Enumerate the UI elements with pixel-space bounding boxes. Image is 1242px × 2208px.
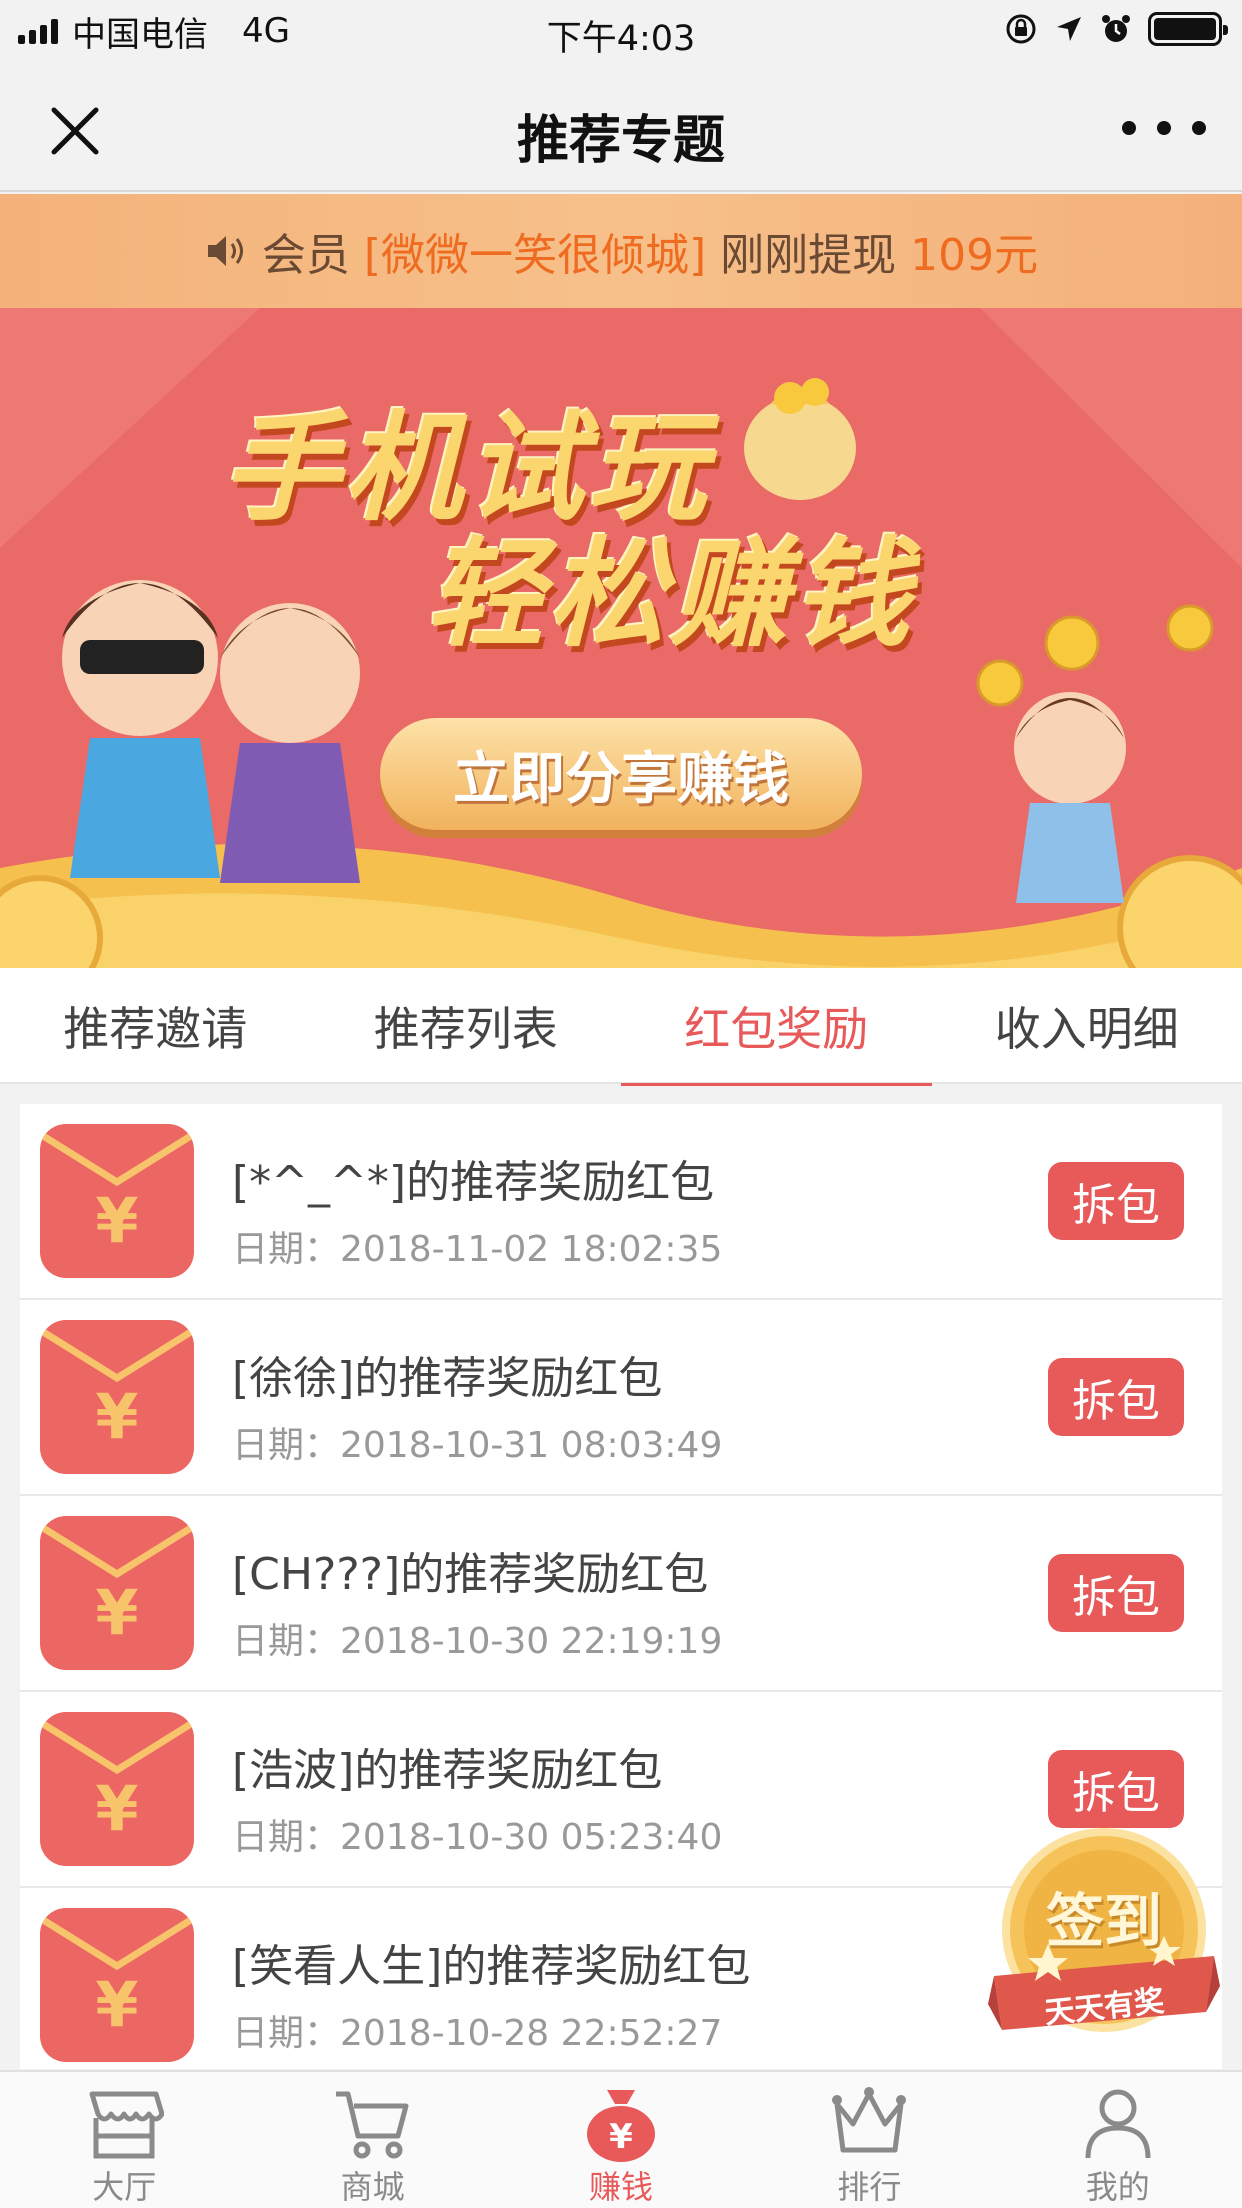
red-envelope-icon: ¥ bbox=[40, 1124, 194, 1278]
item-date: 日期：2018-10-30 22:19:19 bbox=[232, 1621, 723, 1662]
notice-action: 刚刚提现 bbox=[720, 230, 897, 281]
share-earn-button[interactable]: 立即分享赚钱 bbox=[380, 718, 862, 830]
item-title: [徐徐]的推荐奖励红包 bbox=[232, 1353, 663, 1404]
tabbar-label: 商城 bbox=[340, 2168, 405, 2206]
banner-headline-2: 轻松赚钱 bbox=[426, 525, 915, 663]
store-icon bbox=[89, 2091, 164, 2159]
red-envelope-icon: ¥ bbox=[40, 1516, 194, 1670]
open-packet-button[interactable]: 拆包 bbox=[1048, 1162, 1184, 1240]
page-title: 推荐专题 bbox=[516, 111, 725, 171]
more-menu-icon[interactable] bbox=[1122, 108, 1206, 148]
bottom-tab-bar: 大厅 商城 ¥ 赚钱 排行 我的 bbox=[0, 2070, 1242, 2208]
location-icon bbox=[1057, 17, 1081, 41]
tab-strip: 推荐邀请 推荐列表 红包奖励 收入明细 bbox=[0, 968, 1242, 1086]
tabbar-mall[interactable]: 商城 bbox=[248, 2072, 496, 2208]
list-item: ¥ [徐徐]的推荐奖励红包 日期：2018-10-31 08:03:49 拆包 bbox=[20, 1300, 1222, 1496]
item-title: [笑看人生]的推荐奖励红包 bbox=[232, 1941, 751, 1992]
tabbar-hall[interactable]: 大厅 bbox=[0, 2072, 248, 2208]
svg-text:¥: ¥ bbox=[95, 1380, 138, 1453]
tabbar-earn[interactable]: ¥ 赚钱 bbox=[497, 2072, 745, 2208]
promo-banner[interactable]: 手机试玩 轻松赚钱 立即分享赚钱 bbox=[0, 308, 1242, 968]
nav-bar: 推荐专题 bbox=[0, 62, 1242, 192]
red-envelope-icon: ¥ bbox=[40, 1320, 194, 1474]
sign-in-title: 签到 bbox=[1045, 1887, 1162, 1955]
svg-text:¥: ¥ bbox=[95, 1184, 138, 1257]
item-date: 日期：2018-10-28 22:52:27 bbox=[232, 2013, 723, 2054]
notice-prefix: 会员 bbox=[261, 230, 350, 281]
tab-red-packet-reward[interactable]: 红包奖励 bbox=[621, 968, 932, 1086]
red-envelope-icon: ¥ bbox=[40, 1908, 194, 2062]
cart-icon bbox=[336, 2091, 409, 2159]
item-date: 日期：2018-11-02 18:02:35 bbox=[232, 1229, 723, 1270]
item-date: 日期：2018-10-30 05:23:40 bbox=[232, 1817, 723, 1858]
user-icon bbox=[1085, 2089, 1151, 2159]
svg-text:¥: ¥ bbox=[95, 1772, 138, 1845]
svg-text:¥: ¥ bbox=[95, 1576, 138, 1649]
item-title: [*^_^*]的推荐奖励红包 bbox=[232, 1157, 715, 1208]
svg-text:¥: ¥ bbox=[609, 2117, 633, 2157]
svg-text:¥: ¥ bbox=[95, 1968, 138, 2041]
notice-amount: 109元 bbox=[910, 230, 1039, 281]
red-envelope-icon: ¥ bbox=[40, 1712, 194, 1866]
item-date: 日期：2018-10-31 08:03:49 bbox=[232, 1425, 723, 1466]
tabbar-ranking[interactable]: 排行 bbox=[745, 2072, 993, 2208]
tabbar-label: 赚钱 bbox=[588, 2168, 653, 2206]
list-item: ¥ [*^_^*]的推荐奖励红包 日期：2018-11-02 18:02:35 … bbox=[20, 1104, 1222, 1300]
tabbar-mine[interactable]: 我的 bbox=[994, 2072, 1242, 2208]
alarm-icon bbox=[1102, 15, 1130, 42]
close-icon[interactable] bbox=[40, 96, 110, 166]
status-bar: 中国电信 4G 下午4:03 bbox=[0, 0, 1242, 62]
notice-member: [微微一笑很倾城] bbox=[363, 230, 707, 281]
money-bag-icon: ¥ bbox=[586, 2090, 655, 2162]
open-packet-button[interactable]: 拆包 bbox=[1048, 1750, 1184, 1828]
battery-icon bbox=[1148, 12, 1228, 46]
tabbar-label: 大厅 bbox=[92, 2168, 157, 2206]
network-label: 4G bbox=[242, 11, 290, 51]
carrier-label: 中国电信 bbox=[72, 14, 208, 55]
open-packet-button[interactable]: 拆包 bbox=[1048, 1554, 1184, 1632]
item-title: [浩波]的推荐奖励红包 bbox=[232, 1745, 663, 1796]
tabbar-label: 我的 bbox=[1085, 2168, 1150, 2206]
list-item: ¥ [CH???]的推荐奖励红包 日期：2018-10-30 22:19:19 … bbox=[20, 1496, 1222, 1692]
daily-sign-in-badge[interactable]: 签到 天天有奖 bbox=[988, 1826, 1220, 2058]
open-packet-button[interactable]: 拆包 bbox=[1048, 1358, 1184, 1436]
tab-recommend-invite[interactable]: 推荐邀请 bbox=[0, 968, 311, 1084]
withdraw-notice: 会员 [微微一笑很倾城] 刚刚提现 109元 bbox=[0, 194, 1242, 308]
item-title: [CH???]的推荐奖励红包 bbox=[232, 1549, 709, 1600]
signal-icon bbox=[18, 18, 58, 44]
tabbar-label: 排行 bbox=[837, 2168, 902, 2206]
tab-income-detail[interactable]: 收入明细 bbox=[932, 968, 1242, 1084]
crown-icon bbox=[832, 2087, 907, 2153]
tab-recommend-list[interactable]: 推荐列表 bbox=[311, 968, 622, 1084]
rotation-lock-icon bbox=[1006, 14, 1036, 44]
speaker-icon bbox=[207, 236, 243, 266]
